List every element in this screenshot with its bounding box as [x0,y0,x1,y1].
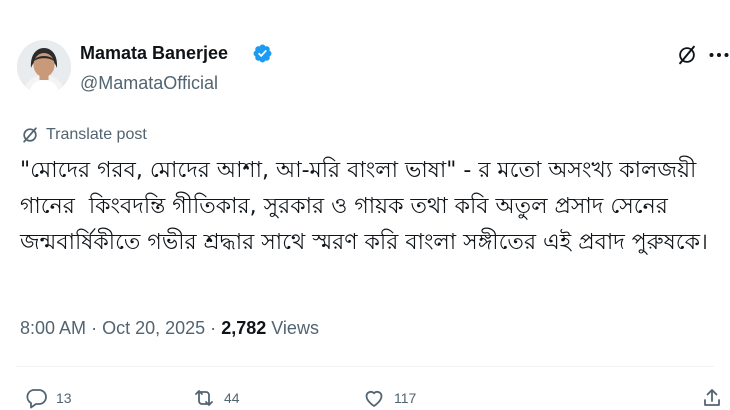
post-text: "মোদের গরব, মোদের আশা, আ-মরি বাংলা ভাষা"… [20,158,708,255]
reply-icon [26,389,47,409]
post-time[interactable]: 8:00 AM [20,318,86,338]
like-count: 117 [394,390,417,406]
reply-count: 13 [56,390,72,406]
share-icon[interactable] [700,386,724,410]
verified-badge-icon [253,44,272,63]
repost-icon [195,390,213,406]
avatar[interactable] [17,40,71,94]
divider [16,366,714,367]
more-options-icon[interactable] [708,48,730,62]
translate-label: Translate post [46,126,147,143]
author-handle[interactable]: @MamataOfficial [80,73,218,94]
meta-separator: · [210,318,217,338]
repost-button[interactable]: 44 [192,386,240,410]
views-count: 2,782 [221,318,267,338]
grok-icon [23,127,37,143]
views-label: Views [271,318,319,338]
meta-separator: · [91,318,98,338]
heart-icon [365,390,383,407]
profile-photo [17,40,71,94]
repost-count: 44 [224,390,240,406]
post-meta: 8:00 AM · Oct 20, 2025 · 2,782 Views [20,318,319,339]
grok-icon[interactable] [676,44,698,66]
like-button[interactable]: 117 [362,386,416,410]
post-date[interactable]: Oct 20, 2025 [102,318,205,338]
author-name[interactable]: Mamata Banerjee [80,43,228,64]
reply-button[interactable]: 13 [24,386,72,410]
translate-post-link[interactable]: Translate post [20,124,147,146]
